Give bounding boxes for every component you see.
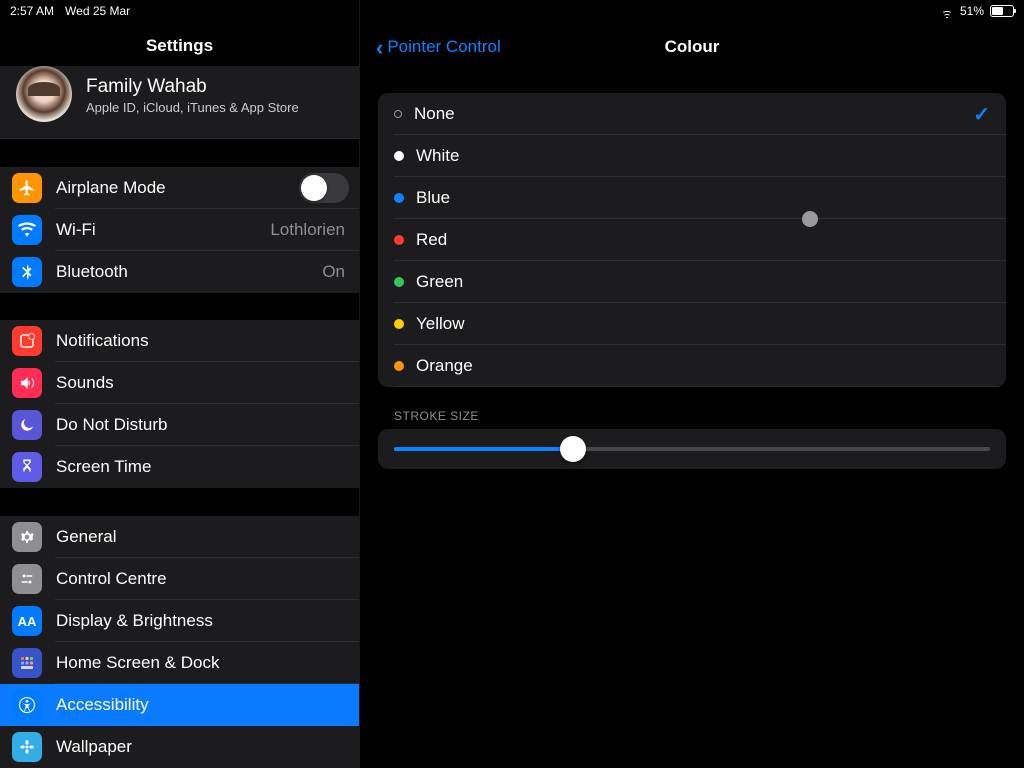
sidebar-item-label: Sounds bbox=[56, 373, 351, 393]
flower-icon bbox=[12, 732, 42, 762]
colour-option-blue[interactable]: Blue bbox=[378, 177, 1006, 219]
status-bar: 2:57 AM Wed 25 Mar 51% bbox=[0, 0, 1024, 22]
profile-name: Family Wahab bbox=[86, 76, 299, 98]
option-label: Orange bbox=[416, 356, 473, 376]
detail-title: Colour bbox=[360, 37, 1024, 57]
gear-icon bbox=[12, 522, 42, 552]
status-time: 2:57 AM bbox=[10, 4, 54, 18]
swatch-blue-icon bbox=[394, 193, 404, 203]
swatch-white-icon bbox=[394, 151, 404, 161]
sidebar-item-label: Wallpaper bbox=[56, 737, 351, 757]
sidebar-item-wallpaper[interactable]: Wallpaper bbox=[0, 726, 359, 768]
sidebar-item-screen-time[interactable]: Screen Time bbox=[0, 446, 359, 488]
sidebar-item-sounds[interactable]: Sounds bbox=[0, 362, 359, 404]
swatch-orange-icon bbox=[394, 361, 404, 371]
swatch-green-icon bbox=[394, 277, 404, 287]
swatch-none-icon bbox=[394, 110, 402, 118]
notifications-icon bbox=[12, 326, 42, 356]
profile-row[interactable]: Family Wahab Apple ID, iCloud, iTunes & … bbox=[0, 66, 359, 139]
airplane-toggle[interactable] bbox=[299, 173, 349, 203]
profile-sub: Apple ID, iCloud, iTunes & App Store bbox=[86, 100, 299, 115]
option-label: Yellow bbox=[416, 314, 465, 334]
sidebar-item-label: Notifications bbox=[56, 331, 351, 351]
option-label: Blue bbox=[416, 188, 450, 208]
wifi-settings-icon bbox=[12, 215, 42, 245]
sidebar-item-label: General bbox=[56, 527, 351, 547]
sidebar-item-airplane-mode[interactable]: Airplane Mode bbox=[0, 167, 359, 209]
wifi-icon bbox=[940, 6, 954, 16]
option-label: White bbox=[416, 146, 459, 166]
sidebar-item-display-brightness[interactable]: AA Display & Brightness bbox=[0, 600, 359, 642]
stroke-size-slider[interactable] bbox=[394, 447, 990, 451]
slider-knob[interactable] bbox=[560, 436, 586, 462]
status-date: Wed 25 Mar bbox=[65, 4, 130, 18]
sidebar-item-label: Accessibility bbox=[56, 695, 351, 715]
avatar bbox=[16, 66, 72, 122]
sidebar-item-bluetooth[interactable]: Bluetooth On bbox=[0, 251, 359, 293]
colour-option-white[interactable]: White bbox=[378, 135, 1006, 177]
moon-icon bbox=[12, 410, 42, 440]
wifi-value: Lothlorien bbox=[270, 220, 345, 240]
colour-option-yellow[interactable]: Yellow bbox=[378, 303, 1006, 345]
detail-pane: ‹ Pointer Control Colour None ✓ White bbox=[360, 0, 1024, 768]
sidebar-item-control-centre[interactable]: Control Centre bbox=[0, 558, 359, 600]
hourglass-icon bbox=[12, 452, 42, 482]
sidebar-item-label: Display & Brightness bbox=[56, 611, 351, 631]
sidebar-item-home-screen-dock[interactable]: Home Screen & Dock bbox=[0, 642, 359, 684]
colour-option-green[interactable]: Green bbox=[378, 261, 1006, 303]
sidebar-item-label: Bluetooth bbox=[56, 262, 308, 282]
sidebar-item-wifi[interactable]: Wi-Fi Lothlorien bbox=[0, 209, 359, 251]
colour-option-red[interactable]: Red bbox=[378, 219, 1006, 261]
option-label: None bbox=[414, 104, 455, 124]
bluetooth-icon bbox=[12, 257, 42, 287]
sidebar-item-label: Do Not Disturb bbox=[56, 415, 351, 435]
sidebar-item-accessibility[interactable]: Accessibility bbox=[0, 684, 359, 726]
sidebar-item-label: Airplane Mode bbox=[56, 178, 285, 198]
sidebar-item-notifications[interactable]: Notifications bbox=[0, 320, 359, 362]
grid-icon bbox=[12, 648, 42, 678]
colour-options: None ✓ White Blue Red G bbox=[378, 93, 1006, 387]
text-size-icon: AA bbox=[12, 606, 42, 636]
stroke-size-label: STROKE SIZE bbox=[394, 409, 1006, 423]
swatch-red-icon bbox=[394, 235, 404, 245]
sidebar-item-general[interactable]: General bbox=[0, 516, 359, 558]
swatch-yellow-icon bbox=[394, 319, 404, 329]
sounds-icon bbox=[12, 368, 42, 398]
bluetooth-value: On bbox=[322, 262, 345, 282]
battery-icon bbox=[990, 5, 1014, 17]
sliders-icon bbox=[12, 564, 42, 594]
sidebar-item-label: Screen Time bbox=[56, 457, 351, 477]
sidebar-item-label: Home Screen & Dock bbox=[56, 653, 351, 673]
colour-option-orange[interactable]: Orange bbox=[378, 345, 1006, 387]
option-label: Green bbox=[416, 272, 463, 292]
slider-fill bbox=[394, 447, 573, 451]
check-icon: ✓ bbox=[973, 102, 990, 127]
sidebar-item-label: Control Centre bbox=[56, 569, 351, 589]
airplane-icon bbox=[12, 173, 42, 203]
accessibility-icon bbox=[12, 690, 42, 720]
colour-option-none[interactable]: None ✓ bbox=[378, 93, 1006, 135]
option-label: Red bbox=[416, 230, 447, 250]
sidebar-item-do-not-disturb[interactable]: Do Not Disturb bbox=[0, 404, 359, 446]
status-battery-pct: 51% bbox=[960, 4, 984, 18]
settings-sidebar: Settings Family Wahab Apple ID, iCloud, … bbox=[0, 0, 360, 768]
sidebar-item-label: Wi-Fi bbox=[56, 220, 256, 240]
